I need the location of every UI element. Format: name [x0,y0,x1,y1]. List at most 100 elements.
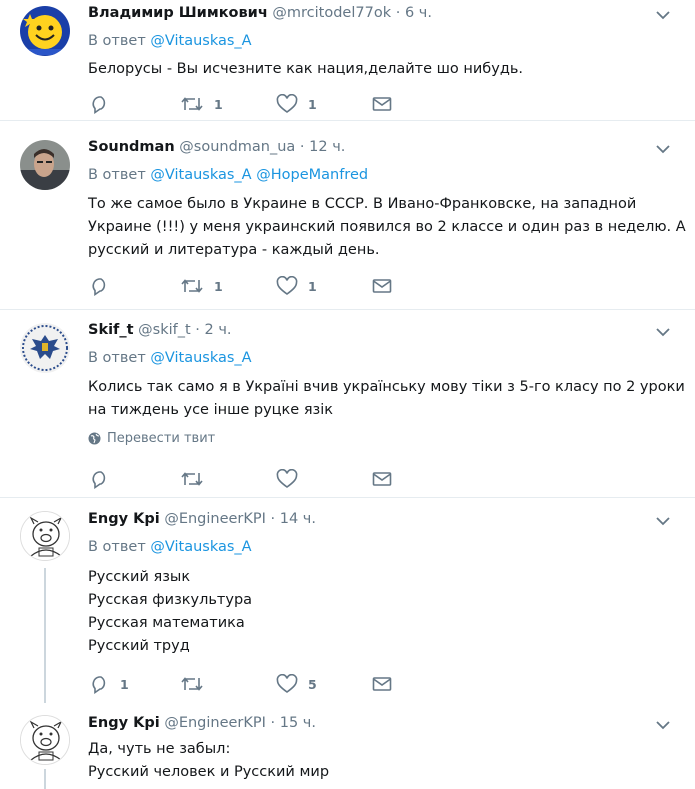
reply-prefix: В ответ [88,33,146,49]
tweet[interactable]: Владимир Шимкович @mrcitodel77ok · 6 ч. … [0,0,695,120]
reply-prefix: В ответ [88,167,146,183]
mention-link[interactable]: @Vitauskas_A [150,539,251,555]
author-handle[interactable]: @mrcitodel77ok [272,5,391,21]
retweet-count: 1 [214,278,223,294]
reply-button[interactable]: 1 [90,673,129,695]
like-button[interactable]: 1 [276,275,317,297]
tweet[interactable]: Skif_t @skif_t · 2 ч. В ответ @Vitauskas… [0,310,695,497]
chevron-down-icon[interactable] [656,10,670,20]
author-handle[interactable]: @EngineerKPI [164,511,266,527]
message-button[interactable] [372,275,392,297]
tweet-line: Да, чуть не забыл: [88,741,231,757]
timestamp[interactable]: 14 ч. [280,511,316,527]
reply-button[interactable] [90,93,110,115]
reply-context: В ответ @Vitauskas_A [88,539,252,555]
heart-icon [276,469,298,488]
pig-cartoon-avatar-icon [21,716,69,764]
reply-button[interactable] [90,468,110,490]
thread-line [44,568,46,703]
like-count: 5 [308,676,317,692]
retweet-icon [181,677,203,691]
like-button[interactable]: 1 [276,93,317,115]
separator: · [299,139,305,155]
like-button[interactable]: 5 [276,673,317,695]
heart-icon [276,94,298,113]
avatar[interactable] [20,323,70,373]
author-name[interactable]: Engy Kpi [88,511,160,527]
tweet-actions: 1 1 [88,275,398,297]
tweet-line: Русский труд [88,638,190,654]
like-button[interactable] [276,468,298,490]
author-name[interactable]: Soundman [88,139,175,155]
avatar[interactable] [20,511,70,561]
globe-icon [88,432,101,445]
reply-context: В ответ @Vitauskas_A [88,350,252,366]
retweet-button[interactable]: 1 [180,275,223,297]
reply-context: В ответ @Vitauskas_A @HopeManfred [88,167,368,183]
timestamp[interactable]: 2 ч. [205,322,232,338]
tweet-text: Колись так само я в Україні вчив українс… [88,376,685,422]
author-handle[interactable]: @skif_t [138,322,191,338]
tweet-actions: 1 5 [88,673,398,695]
tweet-line: Русский человек и Русский мир [88,764,330,780]
tweet-line: Белорусы - Вы исчезните как нация,делайт… [88,61,523,77]
translate-link[interactable]: Перевести твит [88,431,215,446]
author-name[interactable]: Engy Kpi [88,715,160,731]
reply-context: В ответ @Vitauskas_A [88,33,252,49]
message-button[interactable] [372,468,392,490]
thread-line [44,769,46,789]
like-count: 1 [308,96,317,112]
mention-link[interactable]: @Vitauskas_A [150,167,251,183]
retweet-button[interactable] [180,673,204,695]
tweet-line: на тиждень усе інше руцке язік [88,402,334,418]
author-handle[interactable]: @EngineerKPI [164,715,266,731]
tweet[interactable]: Engy Kpi @EngineerKPI · 14 ч. В ответ @V… [0,498,695,705]
translate-label: Перевести твит [107,431,216,446]
avatar[interactable] [20,715,70,765]
timestamp[interactable]: 15 ч. [280,715,316,731]
coat-of-arms-avatar-icon [20,323,70,373]
chevron-down-icon[interactable] [656,720,670,730]
reply-icon [92,278,106,296]
timestamp[interactable]: 12 ч. [309,139,345,155]
tweet-line: Русский язык [88,569,191,585]
retweet-icon [181,97,203,111]
reply-icon [92,471,106,489]
author-handle[interactable]: @soundman_ua [179,139,295,155]
tweet[interactable]: Engy Kpi @EngineerKPI · 15 ч. Да, чуть н… [0,705,695,789]
tweet-text: То же самое было в Украине в СССР. В Ива… [88,193,686,262]
author-name[interactable]: Skif_t [88,322,134,338]
author-name[interactable]: Владимир Шимкович [88,5,268,21]
tweet-text: Русский язык Русская физкультура Русская… [88,566,678,658]
heart-icon [276,674,298,693]
tweet-line: Русская физкультура [88,592,253,608]
tweet-actions: 1 1 [88,93,398,115]
avatar[interactable] [20,6,70,56]
reply-prefix: В ответ [88,350,146,366]
avatar[interactable] [20,140,70,190]
retweet-button[interactable] [180,468,204,490]
chevron-down-icon[interactable] [656,327,670,337]
tweet-text: Да, чуть не забыл: Русский человек и Рус… [88,738,678,784]
separator: · [395,5,401,21]
chevron-down-icon[interactable] [656,144,670,154]
tweet-text: Белорусы - Вы исчезните как нация,делайт… [88,58,678,81]
tweet-actions [88,468,398,490]
message-button[interactable] [372,93,392,115]
tweet[interactable]: Soundman @soundman_ua · 12 ч. В ответ @V… [0,121,695,309]
mention-link[interactable]: @Vitauskas_A [150,350,251,366]
smiley-avatar-icon [20,6,70,56]
reply-icon [92,96,106,114]
envelope-icon [372,279,392,293]
message-button[interactable] [372,673,392,695]
reply-button[interactable] [90,275,110,297]
separator: · [270,511,276,527]
retweet-icon [181,472,203,486]
chevron-down-icon[interactable] [656,516,670,526]
mention-link[interactable]: @Vitauskas_A [150,33,251,49]
like-count: 1 [308,278,317,294]
retweet-button[interactable]: 1 [180,93,223,115]
mention-link[interactable]: @HopeManfred [256,167,368,183]
person-avatar-icon [20,140,70,190]
timestamp[interactable]: 6 ч. [405,5,432,21]
